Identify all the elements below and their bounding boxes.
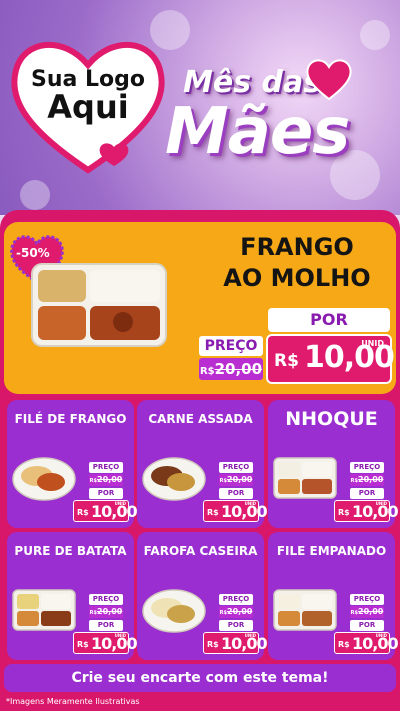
product-unit: UNID — [375, 501, 387, 506]
product-por-label: POR — [350, 488, 384, 499]
product-food-image — [12, 457, 76, 501]
product-old-value: 20,00 — [358, 607, 384, 616]
disclaimer-text: *Imagens Meramente Ilustrativas — [6, 697, 140, 706]
bokeh-light — [360, 20, 390, 50]
product-old-price: R$20,00 — [350, 474, 384, 486]
product-old-value: 20,00 — [358, 475, 384, 484]
featured-por-label: POR — [268, 308, 390, 332]
product-old-currency: R$ — [350, 610, 359, 616]
product-new-price: R$ 10,00 UNID — [73, 500, 138, 522]
featured-product-name: FRANGO AO MOLHO — [202, 232, 392, 294]
featured-currency: R$ — [274, 351, 299, 371]
product-name: FILE EMPANADO — [276, 544, 387, 558]
logo-line-2: Aqui — [47, 88, 129, 127]
product-new-price: R$ 10,00 UNID — [334, 632, 399, 654]
product-por-label: POR — [350, 620, 384, 631]
product-preco-label: PREÇO — [350, 594, 384, 605]
product-new-price: R$ 10,00 UNID — [203, 500, 268, 522]
product-old-value: 20,00 — [227, 607, 253, 616]
featured-preco-label: PREÇO — [199, 336, 263, 356]
product-por-label: POR — [89, 488, 123, 499]
product-new-price: R$ 10,00 UNID — [334, 500, 399, 522]
product-name: PURE DE BATATA — [14, 544, 127, 558]
product-por-label: POR — [219, 488, 253, 499]
product-old-currency: R$ — [219, 478, 228, 484]
product-name: FAROFA CASEIRA — [143, 544, 258, 558]
featured-name-line-1: FRANGO — [240, 233, 354, 261]
featured-old-price: R$20,00 — [199, 358, 263, 380]
product-preco-label: PREÇO — [219, 594, 253, 605]
featured-food-image — [31, 263, 167, 347]
product-preco-label: PREÇO — [89, 594, 123, 605]
product-old-price: R$20,00 — [89, 474, 123, 486]
featured-unit: UNID — [361, 339, 384, 348]
product-currency: R$ — [77, 508, 89, 517]
mothers-day-title: Mês das Mães — [165, 55, 395, 195]
product-food-image — [273, 457, 337, 499]
featured-old-currency: R$ — [199, 366, 215, 377]
featured-old-value: 20,00 — [214, 360, 263, 378]
product-currency: R$ — [338, 640, 350, 649]
product-old-value: 20,00 — [227, 475, 253, 484]
product-old-currency: R$ — [89, 610, 98, 616]
product-unit: UNID — [244, 633, 256, 638]
product-unit: UNID — [244, 501, 256, 506]
product-food-image — [142, 457, 206, 501]
product-food-image — [12, 589, 76, 631]
featured-new-price: R$ 10,00 UNID — [266, 334, 395, 384]
product-unit: UNID — [114, 501, 126, 506]
product-old-price: R$20,00 — [350, 606, 384, 618]
product-unit: UNID — [114, 633, 126, 638]
product-food-image — [142, 589, 206, 633]
product-old-currency: R$ — [89, 478, 98, 484]
product-name: FILÉ DE FRANGO — [14, 412, 127, 426]
product-name: CARNE ASSADA — [148, 412, 253, 426]
product-old-currency: R$ — [350, 478, 359, 484]
product-currency: R$ — [77, 640, 89, 649]
product-old-currency: R$ — [219, 610, 228, 616]
product-preco-label: PREÇO — [89, 462, 123, 473]
product-por-label: POR — [219, 620, 253, 631]
product-new-price: R$ 10,00 UNID — [73, 632, 138, 654]
product-currency: R$ — [207, 508, 219, 517]
product-old-value: 20,00 — [97, 607, 123, 616]
product-old-value: 20,00 — [97, 475, 123, 484]
product-food-image — [273, 589, 337, 631]
product-old-price: R$20,00 — [219, 474, 253, 486]
product-unit: UNID — [375, 633, 387, 638]
featured-name-line-2: AO MOLHO — [223, 264, 371, 293]
product-old-price: R$20,00 — [219, 606, 253, 618]
product-preco-label: PREÇO — [219, 462, 253, 473]
product-name: NHOQUE — [285, 408, 378, 430]
product-new-price: R$ 10,00 UNID — [203, 632, 268, 654]
product-currency: R$ — [338, 508, 350, 517]
title-main: Mães — [165, 95, 350, 169]
product-currency: R$ — [207, 640, 219, 649]
cta-banner[interactable]: Crie seu encarte com este tema! — [4, 664, 396, 692]
product-por-label: POR — [89, 620, 123, 631]
product-preco-label: PREÇO — [350, 462, 384, 473]
logo-placeholder: Sua Logo Aqui — [20, 68, 156, 125]
product-old-price: R$20,00 — [89, 606, 123, 618]
bokeh-light — [20, 180, 50, 210]
